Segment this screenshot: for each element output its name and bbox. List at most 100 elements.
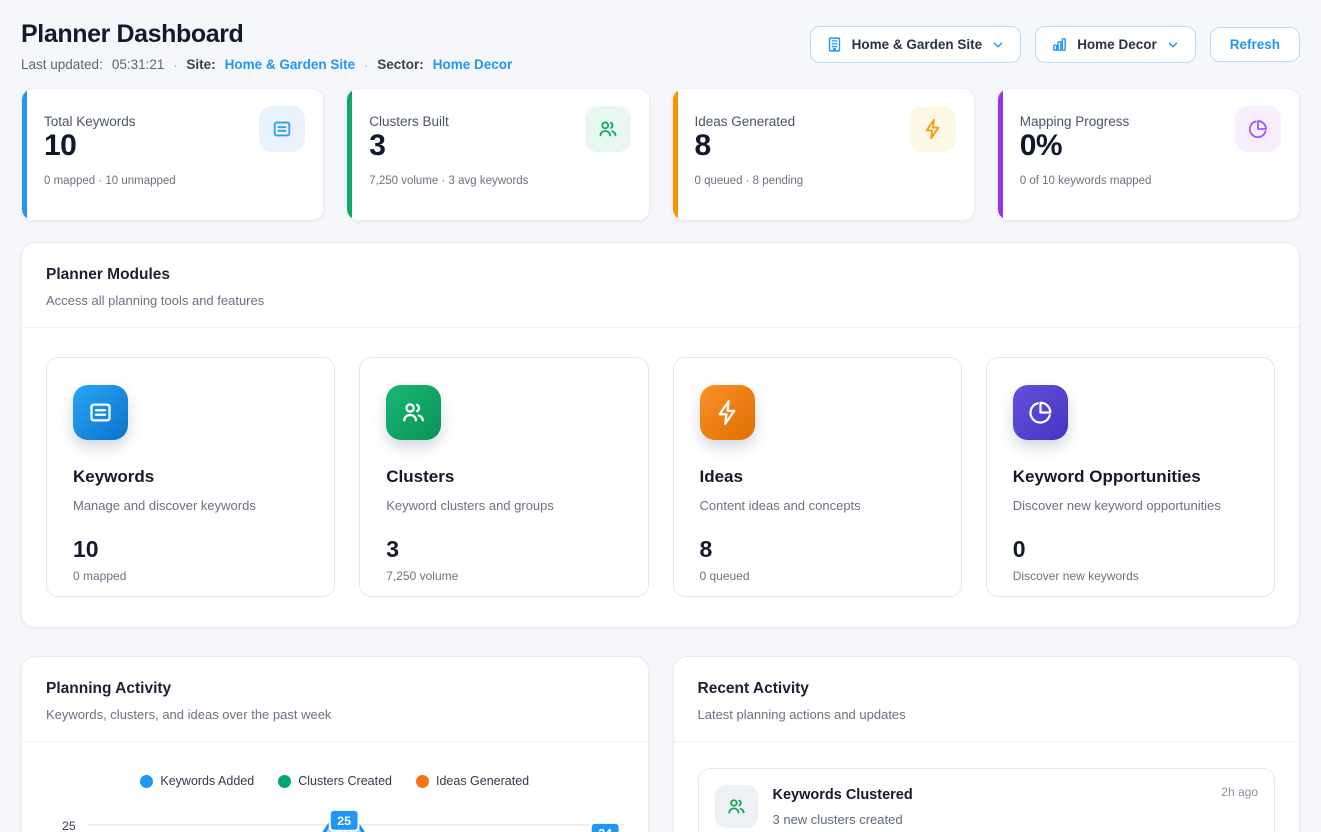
module-title: Keywords — [73, 467, 308, 487]
module-value: 10 — [73, 536, 308, 563]
activity-area-chart[interactable]: 25 25 24 — [22, 802, 648, 832]
y-axis-tick-25: 25 — [62, 819, 76, 832]
stat-label: Mapping Progress — [1020, 114, 1130, 129]
legend-dot-blue — [140, 775, 153, 788]
site-selector-dropdown[interactable]: Home & Garden Site — [810, 26, 1022, 63]
svg-text:24: 24 — [598, 827, 612, 832]
bar-chart-icon — [1051, 36, 1068, 53]
planning-activity-section: Planning Activity Keywords, clusters, an… — [21, 656, 649, 832]
legend-dot-green — [278, 775, 291, 788]
stat-value: 3 — [369, 129, 449, 163]
stat-card-ideas-generated[interactable]: Ideas Generated 8 0 queued · 8 pending — [672, 88, 975, 221]
stat-value: 0% — [1020, 129, 1130, 163]
recent-activity-header: Recent Activity Latest planning actions … — [674, 657, 1300, 742]
recent-activity-section: Recent Activity Latest planning actions … — [673, 656, 1301, 832]
stat-card-mapping-progress[interactable]: Mapping Progress 0% 0 of 10 keywords map… — [997, 88, 1300, 221]
zap-icon — [910, 106, 956, 152]
section-subtitle: Access all planning tools and features — [46, 293, 1275, 308]
module-subtext: Discover new keywords — [1013, 569, 1248, 583]
users-icon — [715, 785, 758, 828]
page-header: Planner Dashboard Last updated: 05:31:21… — [21, 20, 1300, 72]
stat-subtext: 0 queued · 8 pending — [695, 175, 956, 187]
page-title: Planner Dashboard — [21, 20, 512, 49]
legend-item-ideas-generated: Ideas Generated — [416, 774, 529, 788]
legend-item-clusters-created: Clusters Created — [278, 774, 392, 788]
activity-item-keywords-clustered[interactable]: Keywords Clustered 2h ago 3 new clusters… — [698, 768, 1276, 832]
pie-chart-icon — [1235, 106, 1281, 152]
legend-label: Keywords Added — [160, 774, 254, 788]
site-link[interactable]: Home & Garden Site — [225, 57, 356, 72]
module-description: Discover new keyword opportunities — [1013, 498, 1248, 513]
header-left: Planner Dashboard Last updated: 05:31:21… — [21, 20, 512, 72]
activity-subtitle: 3 new clusters created — [773, 812, 1259, 827]
point-label-24: 24 — [591, 823, 620, 832]
sector-selector-label: Home Decor — [1077, 37, 1157, 52]
last-updated-time: 05:31:21 — [112, 57, 165, 72]
page-meta: Last updated: 05:31:21 · Site: Home & Ga… — [21, 57, 512, 72]
stats-row: Total Keywords 10 0 mapped · 10 unmapped… — [21, 88, 1300, 221]
module-value: 0 — [1013, 536, 1248, 563]
sector-link[interactable]: Home Decor — [433, 57, 513, 72]
stat-label: Total Keywords — [44, 114, 136, 129]
stat-subtext: 7,250 volume · 3 avg keywords — [369, 175, 630, 187]
modules-section-header: Planner Modules Access all planning tool… — [22, 243, 1299, 328]
module-title: Clusters — [386, 467, 621, 487]
activity-timestamp: 2h ago — [1221, 785, 1258, 799]
section-subtitle: Keywords, clusters, and ideas over the p… — [46, 707, 624, 722]
stat-value: 8 — [695, 129, 796, 163]
legend-dot-orange — [416, 775, 429, 788]
chevron-down-icon — [1166, 38, 1180, 52]
module-card-keyword-opportunities[interactable]: Keyword Opportunities Discover new keywo… — [986, 357, 1275, 597]
building-icon — [826, 36, 843, 53]
sector-selector-dropdown[interactable]: Home Decor — [1035, 26, 1196, 63]
stat-value: 10 — [44, 129, 136, 163]
stat-card-clusters-built[interactable]: Clusters Built 3 7,250 volume · 3 avg ke… — [346, 88, 649, 221]
section-title: Planner Modules — [46, 266, 1275, 284]
planner-modules-section: Planner Modules Access all planning tool… — [21, 242, 1300, 628]
module-card-ideas[interactable]: Ideas Content ideas and concepts 8 0 que… — [673, 357, 962, 597]
section-title: Planning Activity — [46, 680, 624, 698]
modules-grid: Keywords Manage and discover keywords 10… — [22, 328, 1299, 627]
module-value: 8 — [700, 536, 935, 563]
chevron-down-icon — [991, 38, 1005, 52]
meta-separator: · — [364, 58, 368, 72]
section-subtitle: Latest planning actions and updates — [698, 707, 1276, 722]
planner-dashboard-page: Planner Dashboard Last updated: 05:31:21… — [0, 0, 1321, 832]
bottom-row: Planning Activity Keywords, clusters, an… — [21, 656, 1300, 832]
activity-item-body: Keywords Clustered 2h ago 3 new clusters… — [773, 785, 1259, 827]
legend-label: Ideas Generated — [436, 774, 529, 788]
site-selector-label: Home & Garden Site — [852, 37, 983, 52]
sector-label: Sector: — [377, 57, 424, 72]
module-description: Manage and discover keywords — [73, 498, 308, 513]
svg-text:25: 25 — [337, 814, 351, 828]
meta-separator: · — [173, 58, 177, 72]
stat-label: Ideas Generated — [695, 114, 796, 129]
document-icon — [259, 106, 305, 152]
module-description: Keyword clusters and groups — [386, 498, 621, 513]
stat-card-total-keywords[interactable]: Total Keywords 10 0 mapped · 10 unmapped — [21, 88, 324, 221]
refresh-button[interactable]: Refresh — [1210, 27, 1300, 62]
site-label: Site: — [186, 57, 215, 72]
module-subtext: 0 queued — [700, 569, 935, 583]
zap-icon — [700, 385, 755, 440]
module-card-clusters[interactable]: Clusters Keyword clusters and groups 3 7… — [359, 357, 648, 597]
module-subtext: 7,250 volume — [386, 569, 621, 583]
stat-subtext: 0 of 10 keywords mapped — [1020, 175, 1281, 187]
chart-canvas: 25 25 24 — [46, 802, 624, 832]
stat-subtext: 0 mapped · 10 unmapped — [44, 175, 305, 187]
module-title: Ideas — [700, 467, 935, 487]
module-card-keywords[interactable]: Keywords Manage and discover keywords 10… — [46, 357, 335, 597]
section-title: Recent Activity — [698, 680, 1276, 698]
pie-chart-icon — [1013, 385, 1068, 440]
module-title: Keyword Opportunities — [1013, 467, 1248, 487]
chart-legend: Keywords Added Clusters Created Ideas Ge… — [22, 774, 648, 788]
header-controls: Home & Garden Site Home Decor Refresh — [810, 26, 1300, 63]
legend-label: Clusters Created — [298, 774, 392, 788]
module-subtext: 0 mapped — [73, 569, 308, 583]
activity-title: Keywords Clustered — [773, 787, 913, 803]
point-label-25: 25 — [330, 810, 359, 831]
last-updated-label: Last updated: — [21, 57, 103, 72]
document-icon — [73, 385, 128, 440]
module-description: Content ideas and concepts — [700, 498, 935, 513]
planning-activity-header: Planning Activity Keywords, clusters, an… — [22, 657, 648, 742]
